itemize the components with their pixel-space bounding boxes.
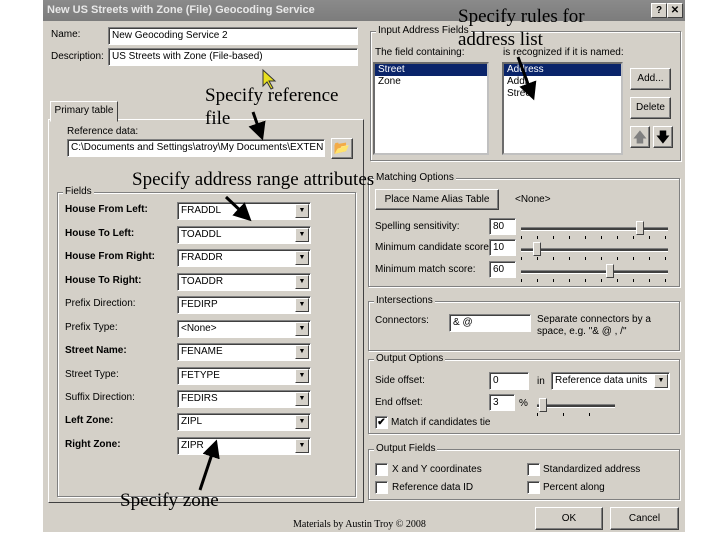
annotation-arrows <box>198 56 537 491</box>
arrow-reference <box>248 111 266 141</box>
arrow-rules <box>516 56 537 101</box>
mouse-cursor-icon <box>262 68 277 90</box>
arrow-zone <box>198 439 220 491</box>
arrow-range <box>224 195 252 222</box>
